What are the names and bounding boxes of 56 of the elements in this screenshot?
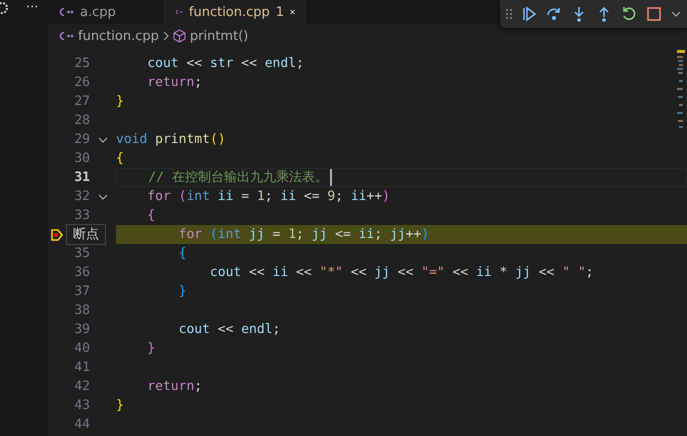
step-over-button[interactable] — [546, 6, 562, 22]
line-number: 36 — [73, 265, 90, 280]
code-line: { — [146, 207, 156, 225]
code-line: } — [178, 283, 188, 301]
code-line: { — [178, 245, 188, 263]
close-icon[interactable] — [290, 7, 295, 17]
line-number: 29 — [73, 132, 90, 147]
cpp-file-icon — [58, 31, 74, 41]
problem-count: 1 — [276, 4, 284, 20]
line-number: 30 — [73, 151, 90, 166]
text-cursor — [330, 169, 332, 186]
chevron-right-icon — [162, 31, 169, 41]
line-number: 43 — [73, 398, 90, 413]
cpp-file-icon — [58, 7, 74, 17]
code-line: void printmt() — [116, 131, 227, 149]
breakpoint-tooltip: 断点 — [66, 224, 106, 245]
line-number: 26 — [73, 75, 90, 90]
tab-label: a.cpp — [80, 4, 116, 20]
breadcrumb-file[interactable]: function.cpp — [78, 28, 159, 44]
code-line: } — [146, 340, 156, 358]
line-number: 33 — [73, 208, 90, 223]
code-line: return; — [146, 74, 204, 92]
code-line: cout << ii << "*" << jj << "=" << ii * jj << " "; — [208, 264, 594, 282]
line-number: 39 — [73, 322, 90, 337]
line-number: 41 — [73, 360, 90, 375]
line-number: 27 — [73, 94, 90, 109]
code-line: } — [116, 397, 125, 415]
chevron-down-icon[interactable] — [98, 194, 108, 200]
line-number: 37 — [73, 284, 90, 299]
code-line: return; — [146, 378, 204, 396]
chevron-down-icon[interactable] — [98, 136, 108, 142]
restart-button[interactable] — [621, 6, 637, 22]
line-number: 44 — [73, 417, 90, 432]
code-line: { — [116, 150, 125, 168]
code-line: cout << endl; — [178, 321, 282, 339]
tab-label: function.cpp — [188, 4, 270, 20]
code-line: for (int ii = 1; ii <= 9; ii++) — [146, 188, 391, 206]
line-number: 31 — [73, 170, 90, 185]
drag-handle-icon[interactable] — [506, 8, 512, 20]
cube-icon — [172, 29, 186, 43]
line-number: 40 — [73, 341, 90, 356]
line-number: 38 — [73, 303, 90, 318]
line-number: 28 — [73, 113, 90, 128]
code-line: } — [116, 93, 125, 111]
line-number: 35 — [73, 246, 90, 261]
cpp-file-icon — [175, 7, 183, 17]
line-number: 25 — [73, 56, 90, 71]
editor-tab[interactable]: function.cpp 1 — [165, 0, 306, 24]
continue-button[interactable] — [521, 6, 537, 22]
line-number: 32 — [73, 189, 90, 204]
code-line: cout << str << endl; — [146, 55, 305, 73]
stop-button[interactable] — [646, 6, 662, 22]
more-actions-button[interactable]: ··· — [26, 0, 38, 16]
breakpoint-icon[interactable] — [51, 228, 63, 240]
breadcrumb-symbol[interactable]: printmt() — [190, 28, 248, 44]
line-number: 42 — [73, 379, 90, 394]
